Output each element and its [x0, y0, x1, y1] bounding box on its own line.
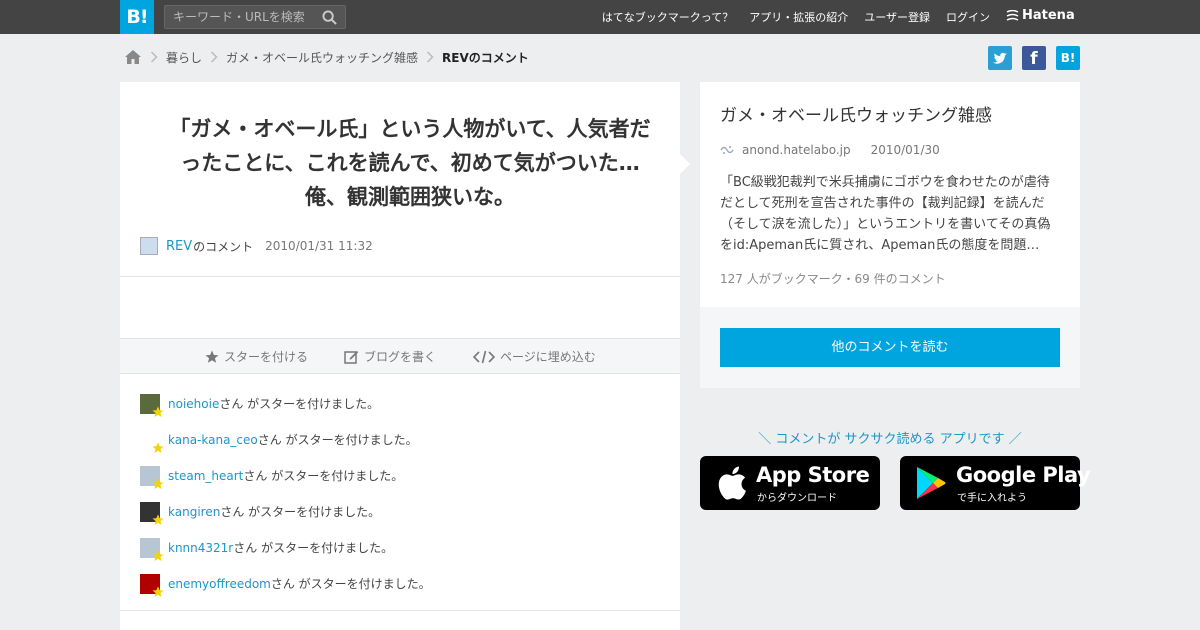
list-item: enemyoffreedom さん がスターを付けました。 — [140, 574, 431, 610]
star-icon — [152, 478, 164, 489]
star-user-link[interactable]: enemyoffreedom — [168, 574, 271, 594]
app-promo-text: ＼ コメントが サクサク読める アプリです ／ — [758, 432, 1022, 447]
add-star-label: スターを付ける — [224, 350, 309, 364]
nav-apps[interactable]: アプリ・拡張の紹介 — [749, 9, 848, 25]
site-favicon-icon — [720, 146, 734, 154]
entry-title[interactable]: ガメ・オベール氏ウォッチング雑感 — [720, 101, 992, 126]
twitter-share-button[interactable] — [988, 46, 1012, 70]
star-icon — [205, 350, 219, 363]
read-other-comments-button[interactable]: 他のコメントを読む — [720, 328, 1060, 367]
bookmark-count[interactable]: 127 人がブックマーク・69 件のコメント — [720, 270, 946, 287]
chevron-right-icon — [150, 51, 158, 63]
search-icon[interactable] — [322, 10, 337, 25]
list-item: kana-kana_ceo さん がスターを付けました。 — [140, 430, 431, 466]
star-user-link[interactable]: noiehoie — [168, 394, 219, 414]
breadcrumb: 暮らし ガメ・オベール氏ウォッチング雑感 REVのコメント — [124, 48, 529, 66]
star-user-link[interactable]: steam_heart — [168, 466, 243, 486]
home-icon[interactable] — [124, 49, 142, 65]
star-icon — [152, 514, 164, 525]
entry-summary: 「BC級戦犯裁判で米兵捕虜にゴボウを食わせたのが虐待だとして死刑を宣告された事件… — [720, 175, 1051, 253]
embed-label: ページに埋め込む — [500, 350, 596, 364]
twitter-bird-icon — [993, 52, 1007, 64]
app-store-badge[interactable]: App Store からダウンロード — [700, 456, 880, 510]
facebook-share-button[interactable]: f — [1022, 46, 1046, 70]
list-item: kangiren さん がスターを付けました。 — [140, 502, 431, 538]
star-user-link[interactable]: knnn4321r — [168, 538, 233, 558]
star-icon — [152, 586, 164, 597]
avatar[interactable] — [140, 466, 164, 489]
avatar[interactable] — [140, 237, 158, 255]
avatar[interactable] — [140, 394, 164, 417]
star-icon — [152, 406, 164, 417]
divider — [120, 610, 680, 611]
app-store-sub: からダウンロード — [757, 493, 837, 504]
list-item: noiehoie さん がスターを付けました。 — [140, 394, 431, 430]
divider — [120, 276, 680, 277]
card-pointer — [680, 154, 690, 174]
star-message: さん がスターを付けました。 — [270, 577, 431, 591]
chevron-right-icon — [210, 51, 218, 63]
comment-date[interactable]: 2010/01/31 11:32 — [265, 239, 373, 253]
star-message: さん がスターを付けました。 — [233, 541, 394, 555]
entry-meta: anond.hatelabo.jp 2010/01/30 — [720, 142, 940, 158]
star-icon — [152, 442, 164, 453]
star-message: さん がスターを付けました。 — [257, 433, 418, 447]
nav-about[interactable]: はてなブックマークって？ — [602, 9, 733, 25]
nav-register[interactable]: ユーザー登録 — [864, 9, 930, 25]
hatena-brand[interactable]: Hatena — [1006, 8, 1075, 23]
google-play-badge[interactable]: Google Play で手に入れよう — [900, 456, 1091, 510]
star-message: さん がスターを付けました。 — [243, 469, 404, 483]
star-message: さん がスターを付けました。 — [220, 505, 381, 519]
entry-date: 2010/01/30 — [870, 143, 940, 157]
breadcrumb-entry[interactable]: ガメ・オベール氏ウォッチング雑感 — [226, 49, 418, 66]
hatena-bookmark-logo[interactable]: B! — [120, 0, 154, 34]
add-star-button[interactable]: スターを付ける — [205, 348, 308, 365]
breadcrumb-current: REVのコメント — [442, 50, 529, 65]
apple-icon — [718, 466, 746, 500]
header-nav: はてなブックマークって？ アプリ・拡張の紹介 ユーザー登録 ログイン — [602, 0, 990, 34]
edit-icon — [344, 351, 359, 364]
star-message: さん がスターを付けました。 — [219, 397, 380, 411]
avatar[interactable] — [140, 538, 164, 561]
hatena-mark-icon — [1006, 9, 1019, 21]
google-play-icon — [917, 467, 946, 499]
avatar[interactable] — [140, 430, 164, 453]
avatar[interactable] — [140, 502, 164, 525]
breadcrumb-category[interactable]: 暮らし — [166, 49, 202, 66]
list-item: steam_heart さん がスターを付けました。 — [140, 466, 431, 502]
chevron-right-icon — [427, 51, 434, 63]
list-item: knnn4321r さん がスターを付けました。 — [140, 538, 431, 574]
entry-domain[interactable]: anond.hatelabo.jp — [742, 143, 851, 157]
google-play-sub: で手に入れよう — [957, 493, 1027, 504]
search-input[interactable] — [165, 6, 315, 28]
app-store-name: App Store — [756, 463, 870, 487]
avatar[interactable] — [140, 574, 164, 597]
write-blog-label: ブログを書く — [364, 350, 437, 364]
embed-button[interactable]: ページに埋め込む — [473, 348, 596, 365]
comment-actions-bar: スターを付ける ブログを書く ページに埋め込む — [120, 338, 680, 374]
comment-meta: REV のコメント 2010/01/31 11:32 — [140, 237, 373, 255]
comment-user-suffix: のコメント — [193, 239, 254, 254]
google-play-name: Google Play — [956, 463, 1091, 487]
search-box[interactable] — [164, 5, 346, 29]
star-user-link[interactable]: kangiren — [168, 502, 220, 522]
star-icon — [152, 550, 164, 561]
star-user-link[interactable]: kana-kana_ceo — [168, 430, 258, 450]
hatena-bookmark-share-button[interactable]: B! — [1056, 46, 1080, 70]
code-icon — [473, 350, 495, 363]
hatena-brand-label: Hatena — [1022, 8, 1075, 23]
comment-user-link[interactable]: REV — [166, 239, 192, 254]
nav-login[interactable]: ログイン — [946, 9, 990, 25]
write-blog-button[interactable]: ブログを書く — [344, 348, 436, 365]
comment-text: 「ガメ・オベール氏」という人物がいて、人気者だったことに、これを読んで、初めて気… — [169, 117, 661, 209]
star-list: noiehoie さん がスターを付けました。 kana-kana_ceo さん が… — [140, 394, 431, 610]
